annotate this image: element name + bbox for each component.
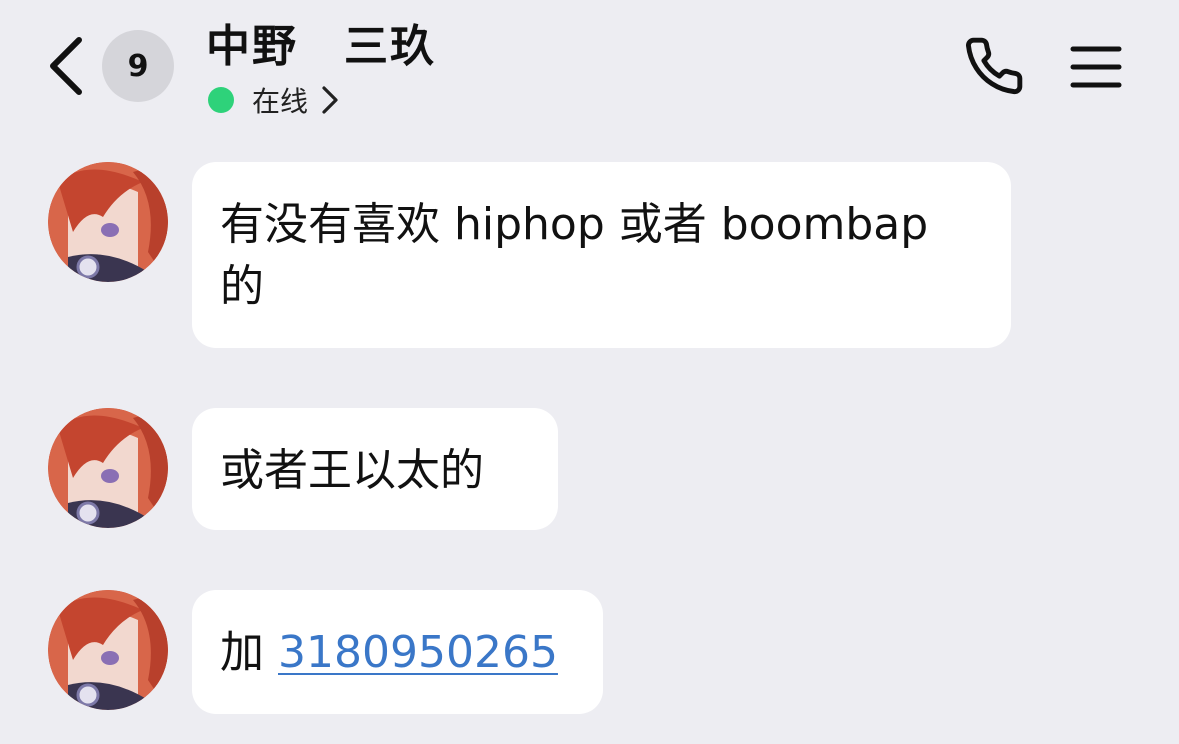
avatar[interactable]: [48, 162, 168, 282]
online-status[interactable]: 在线: [208, 80, 340, 120]
chevron-right-icon: [320, 84, 340, 116]
message-text: 或者王以太的: [220, 445, 484, 496]
online-status-dot: [208, 87, 234, 113]
avatar[interactable]: [48, 590, 168, 710]
message-bubble[interactable]: 或者王以太的: [192, 408, 558, 530]
phone-number-link[interactable]: 3180950265: [278, 627, 558, 678]
message-text-prefix: 加: [220, 627, 278, 678]
hamburger-menu-icon: [1070, 46, 1122, 88]
menu-button[interactable]: [1064, 36, 1128, 98]
message-bubble[interactable]: 加 3180950265: [192, 590, 603, 714]
call-button[interactable]: [960, 34, 1028, 98]
status-label: 在线: [252, 85, 309, 118]
phone-icon: [966, 37, 1023, 95]
message-text: 有没有喜欢 hiphop 或者 boombap 的: [220, 199, 929, 312]
unread-count-badge[interactable]: 9: [102, 30, 174, 102]
avatar[interactable]: [48, 408, 168, 528]
contact-name: 中野 三玖: [206, 21, 436, 72]
chat-screen: 9 中野 三玖 在线 有没有喜欢 hiphop 或者 boombap 的 或者王…: [0, 0, 1179, 744]
chevron-left-icon: [50, 37, 82, 95]
back-button[interactable]: [40, 34, 90, 98]
message-bubble[interactable]: 有没有喜欢 hiphop 或者 boombap 的: [192, 162, 1011, 348]
